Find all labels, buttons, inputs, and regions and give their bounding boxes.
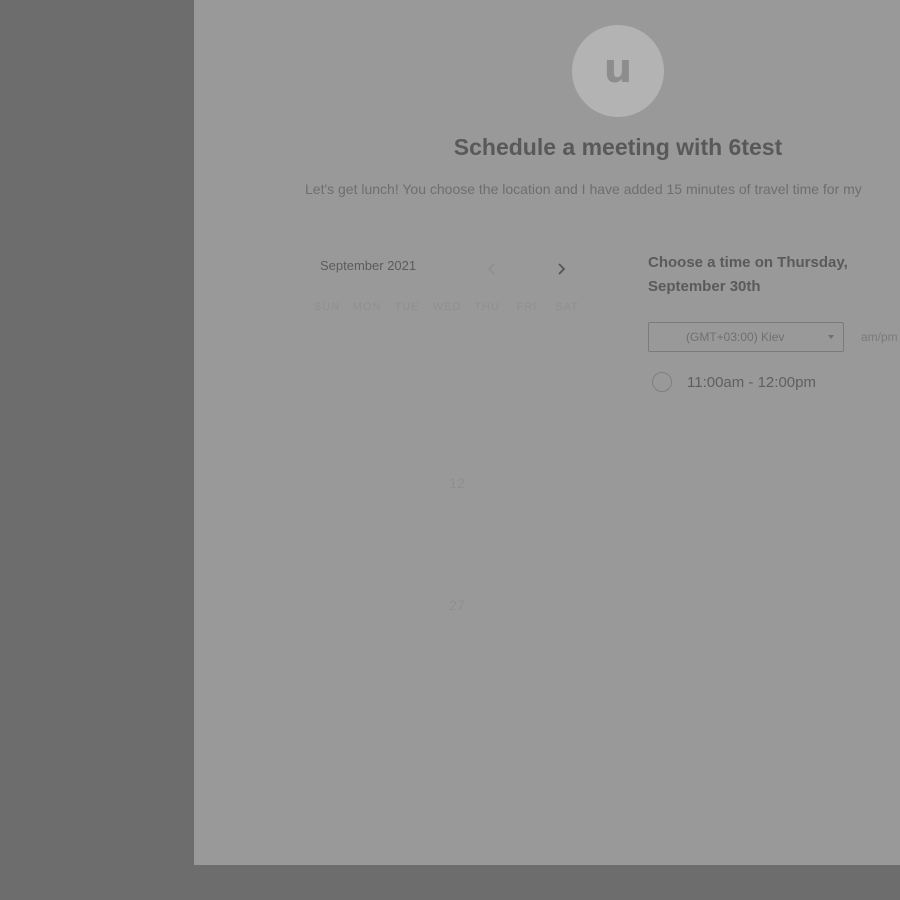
weekday-label: THU <box>474 301 500 313</box>
timezone-select[interactable]: (GMT+03:00) Kiev <box>648 322 844 352</box>
avatar-letter: u <box>603 46 633 92</box>
calendar-day[interactable]: 27 <box>442 597 472 613</box>
calendar-day[interactable]: 12 <box>442 475 472 491</box>
calendar-weekday-row: SUN MON TUE WED THU FRI SAT <box>307 301 587 313</box>
scheduling-card: u Schedule a meeting with 6test Let's ge… <box>194 0 900 865</box>
calendar-month-label: September 2021 <box>320 258 417 273</box>
timezone-value: (GMT+03:00) Kiev <box>686 330 785 344</box>
time-picker-heading: Choose a time on Thursday, September 30t… <box>648 254 848 295</box>
time-format-toggle[interactable]: am/pm <box>861 330 898 344</box>
meeting-description: Let's get lunch! You choose the location… <box>305 181 862 197</box>
weekday-label: MON <box>352 301 382 313</box>
time-slot[interactable]: 11:00am - 12:00pm <box>652 372 816 392</box>
time-slot-label: 11:00am - 12:00pm <box>687 373 816 391</box>
page-title: Schedule a meeting with 6test <box>453 134 783 160</box>
prev-month-button[interactable] <box>482 257 502 281</box>
caret-down-icon <box>828 335 834 339</box>
weekday-label: SUN <box>313 301 341 313</box>
next-month-button[interactable] <box>551 257 571 281</box>
weekday-label: SAT <box>555 301 579 313</box>
chevron-right-icon <box>558 263 566 275</box>
weekday-label: TUE <box>394 301 420 313</box>
time-slot-radio[interactable] <box>652 372 672 392</box>
weekday-label: WED <box>432 301 462 313</box>
weekday-label: FRI <box>516 301 538 313</box>
avatar: u <box>572 25 664 117</box>
chevron-left-icon <box>487 263 495 275</box>
